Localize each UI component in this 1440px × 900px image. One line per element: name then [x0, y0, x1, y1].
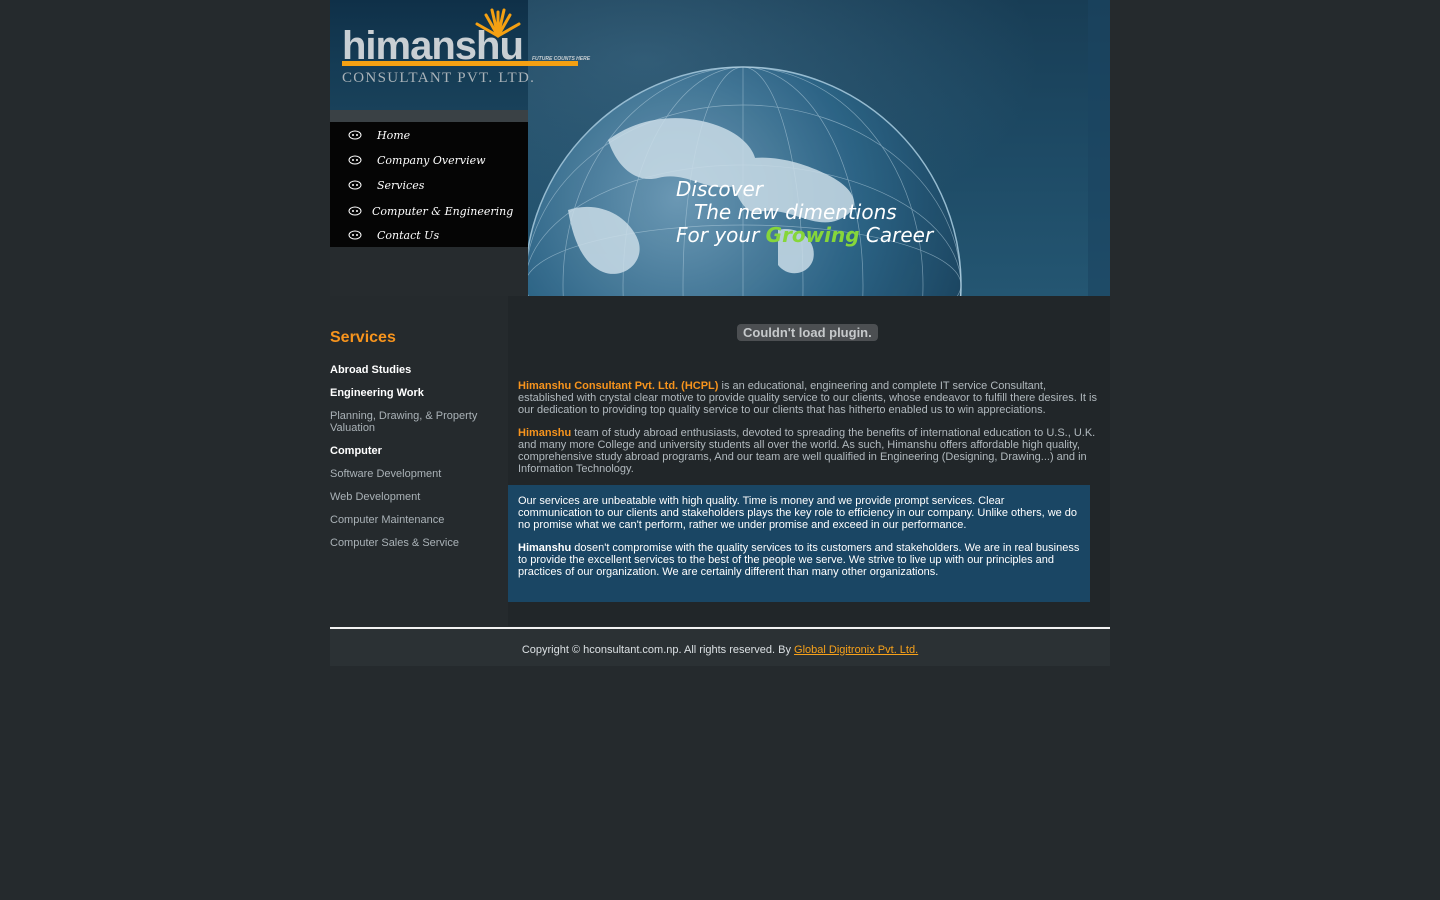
sidebar-link-computer-maintenance[interactable]: Computer Maintenance — [330, 514, 500, 526]
nav-item-home[interactable]: Home — [348, 125, 410, 145]
intro-paragraph: Himanshu Consultant Pvt. Ltd. (HCPL) is … — [518, 380, 1100, 416]
study-abroad-text: team of study abroad enthusiasts, devote… — [518, 427, 1096, 475]
nav-item-computer-engineering[interactable]: Computer & Engineering — [348, 201, 513, 221]
company-name-highlight: Himanshu Consultant Pvt. Ltd. (HCPL) — [518, 380, 719, 392]
bullet-icon — [348, 206, 362, 216]
study-abroad-paragraph: Himanshu team of study abroad enthusiast… — [518, 427, 1100, 475]
sidebar-title: Services — [330, 329, 396, 346]
banner-slogan: Discover The new dimentions For your Gro… — [676, 178, 933, 247]
slogan-prefix: For your — [676, 223, 760, 247]
himanshu-bold: Himanshu — [518, 542, 572, 554]
copyright-text: Copyright © hconsultant.com.np. All righ… — [521, 644, 795, 656]
sidebar-link-web-development[interactable]: Web Development — [330, 491, 500, 503]
nav-label: Contact Us — [377, 228, 440, 242]
highlight-box: Our services are unbeatable with high qu… — [508, 485, 1090, 602]
slogan-line-3: For your Growing Career — [676, 224, 933, 247]
nav-top-bar — [330, 110, 528, 122]
nav-label: Home — [377, 128, 411, 142]
bullet-icon — [348, 230, 362, 240]
bullet-icon — [348, 155, 362, 165]
quality-text: dosen't compromise with the quality serv… — [518, 542, 1080, 578]
nav-label: Computer & Engineering — [372, 204, 514, 218]
bullet-icon — [348, 180, 362, 190]
himanshu-highlight: Himanshu — [518, 427, 572, 439]
globe-illustration — [528, 0, 1110, 296]
logo[interactable]: himanshu — [330, 0, 528, 110]
bullet-icon — [348, 130, 362, 140]
sidebar-link-computer-sales-service[interactable]: Computer Sales & Service — [330, 537, 500, 549]
nav-label: Company Overview — [377, 153, 486, 167]
footer-copyright: Copyright © hconsultant.com.np. All righ… — [330, 644, 1110, 656]
slogan-career: Career — [865, 223, 934, 247]
nav-item-company-overview[interactable]: Company Overview — [348, 150, 486, 170]
logo-name: himanshu — [342, 24, 524, 68]
banner-globe: Discover The new dimentions For your Gro… — [528, 0, 1110, 296]
slogan-line-2: The new dimentions — [694, 200, 897, 224]
nav-item-services[interactable]: Services — [348, 175, 424, 195]
sidebar-link-computer[interactable]: Computer — [330, 445, 500, 457]
sidebar-link-software-development[interactable]: Software Development — [330, 468, 500, 480]
sidebar-link-engineering-work[interactable]: Engineering Work — [330, 387, 500, 399]
main-nav: Home Company Overview Services Computer … — [330, 122, 528, 247]
slogan-growing: Growing — [765, 223, 860, 247]
slogan-line-1: Discover — [676, 177, 763, 201]
nav-item-contact-us[interactable]: Contact Us — [348, 225, 439, 245]
sidebar-link-planning-drawing[interactable]: Planning, Drawing, & Property Valuation — [330, 410, 490, 434]
nav-label: Services — [377, 178, 425, 192]
plugin-error-message: Couldn't load plugin. — [737, 324, 878, 341]
logo-subtitle: CONSULTANT PVT. LTD. — [342, 70, 536, 86]
quality-paragraph: Himanshu dosen't compromise with the qua… — [518, 542, 1084, 578]
services-paragraph: Our services are unbeatable with high qu… — [518, 495, 1078, 531]
footer-developer-link[interactable]: Global Digitronix Pvt. Ltd. — [794, 644, 918, 656]
nav-spacer — [330, 247, 528, 296]
logo-tagline: FUTURE COUNTS HERE — [532, 56, 591, 62]
main-content: Couldn't load plugin. Himanshu Consultan… — [508, 296, 1110, 626]
header: Discover The new dimentions For your Gro… — [330, 0, 1110, 296]
sidebar-link-abroad-studies[interactable]: Abroad Studies — [330, 364, 500, 376]
footer: Copyright © hconsultant.com.np. All righ… — [330, 629, 1110, 666]
